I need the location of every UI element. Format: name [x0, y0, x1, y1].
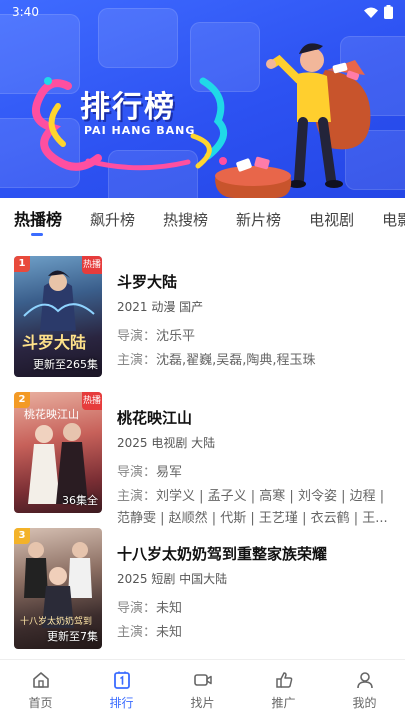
nav-mine-label: 我的	[352, 696, 377, 710]
user-icon	[356, 672, 373, 689]
ranking-banner: 3:40 排行榜 PAI HANG BANG	[0, 0, 405, 198]
item-meta: 2025 电视剧 大陆	[117, 436, 216, 450]
tab-tv-series[interactable]: 电视剧	[309, 198, 354, 242]
ranking-tabs: 热播榜 飙升榜 热搜榜 新片榜 电视剧 电影	[0, 198, 405, 242]
rank-badge: 1	[14, 256, 30, 272]
nav-home[interactable]: 首页	[0, 660, 81, 720]
item-info: 桃花映江山 2025 电视剧 大陆 导演：易军 主演：刘学义 | 孟子义 | 高…	[117, 408, 395, 530]
director-line: 导演：沈乐平	[117, 326, 395, 348]
director-name: 未知	[156, 601, 183, 616]
status-icons	[364, 5, 393, 19]
character-illustration	[215, 43, 371, 198]
nav-promote[interactable]: 推广	[243, 660, 324, 720]
cast-line: 主演：沈磊,翟巍,吴磊,陶典,程玉珠	[117, 350, 395, 372]
item-meta: 2025 短剧 中国大陆	[117, 572, 228, 586]
item-title[interactable]: 桃花映江山	[117, 408, 395, 428]
director-line: 导演：易军	[117, 462, 395, 484]
list-item[interactable]: 斗罗大陆 1 热播 更新至265集 斗罗大陆 2021 动漫 国产 导演：沈乐平…	[0, 250, 405, 377]
rank-badge: 3	[14, 528, 30, 544]
item-info: 十八岁太奶奶驾到重整家族荣耀 2025 短剧 中国大陆 导演：未知 主演：未知	[117, 544, 395, 644]
list-item[interactable]: 桃花映江山 2 热播 36集全 桃花映江山 2025 电视剧 大陆 导演：易军 …	[0, 386, 405, 526]
nav-home-label: 首页	[28, 696, 53, 710]
nav-ranking-label: 排行	[109, 696, 134, 710]
director-name: 易军	[156, 465, 183, 480]
poster-image[interactable]: 十八岁太奶奶驾到 3 更新至7集	[14, 528, 102, 649]
bottom-navigation: 首页 排行 找片 推广 我的	[0, 659, 405, 720]
ranking-icon	[113, 671, 130, 689]
cast-label: 主演：	[117, 489, 157, 504]
svg-text:斗罗大陆: 斗罗大陆	[22, 333, 86, 352]
episode-status: 36集全	[62, 494, 98, 507]
svg-text:桃花映江山: 桃花映江山	[24, 407, 79, 421]
director-line: 导演：未知	[117, 598, 395, 620]
director-name: 沈乐平	[156, 329, 196, 344]
list-item[interactable]: 十八岁太奶奶驾到 3 更新至7集 十八岁太奶奶驾到重整家族荣耀 2025 短剧 …	[0, 522, 405, 649]
tab-movie[interactable]: 电影	[382, 198, 405, 242]
cast-names: 沈磊,翟巍,吴磊,陶典,程玉珠	[156, 353, 316, 368]
nav-find-label: 找片	[190, 696, 215, 710]
cast-label: 主演：	[117, 625, 157, 640]
poster-image[interactable]: 桃花映江山 2 热播 36集全	[14, 392, 102, 513]
item-meta: 2021 动漫 国产	[117, 300, 204, 314]
promote-icon	[275, 672, 292, 688]
director-label: 导演：	[117, 465, 157, 480]
item-title[interactable]: 十八岁太奶奶驾到重整家族荣耀	[117, 544, 395, 564]
hot-badge: 热播	[82, 256, 102, 274]
status-time: 3:40	[12, 5, 39, 19]
director-label: 导演：	[117, 329, 157, 344]
item-title[interactable]: 斗罗大陆	[117, 272, 395, 292]
tab-hot-play[interactable]: 热播榜	[14, 198, 62, 242]
episode-status: 更新至265集	[33, 358, 98, 371]
nav-ranking[interactable]: 排行	[81, 660, 162, 720]
tab-new-release[interactable]: 新片榜	[236, 198, 281, 242]
banner-title-en: PAI HANG BANG	[84, 124, 196, 137]
episode-status: 更新至7集	[47, 630, 98, 643]
nav-promote-label: 推广	[271, 696, 296, 710]
cast-names: 刘学义 | 孟子义 | 高寒 | 刘令姿 | 边程 | 范静雯 | 赵顺然 | …	[117, 489, 388, 526]
cast-label: 主演：	[117, 353, 157, 368]
hot-badge: 热播	[82, 392, 102, 410]
item-info: 斗罗大陆 2021 动漫 国产 导演：沈乐平 主演：沈磊,翟巍,吴磊,陶典,程玉…	[117, 272, 395, 372]
cast-line: 主演：未知	[117, 622, 395, 644]
tab-hot-search[interactable]: 热搜榜	[163, 198, 208, 242]
tab-rising[interactable]: 飙升榜	[90, 198, 135, 242]
cast-names: 未知	[156, 625, 183, 640]
battery-icon	[384, 5, 393, 19]
home-icon	[32, 672, 49, 688]
banner-title-cn: 排行榜	[80, 90, 176, 125]
nav-mine[interactable]: 我的	[324, 660, 405, 720]
video-icon	[193, 674, 212, 686]
director-label: 导演：	[117, 601, 157, 616]
status-bar: 3:40	[0, 0, 405, 24]
svg-text:十八岁太奶奶驾到: 十八岁太奶奶驾到	[20, 615, 92, 626]
wifi-icon	[364, 7, 378, 18]
poster-image[interactable]: 斗罗大陆 1 热播 更新至265集	[14, 256, 102, 377]
nav-find[interactable]: 找片	[162, 660, 243, 720]
rank-badge: 2	[14, 392, 30, 408]
